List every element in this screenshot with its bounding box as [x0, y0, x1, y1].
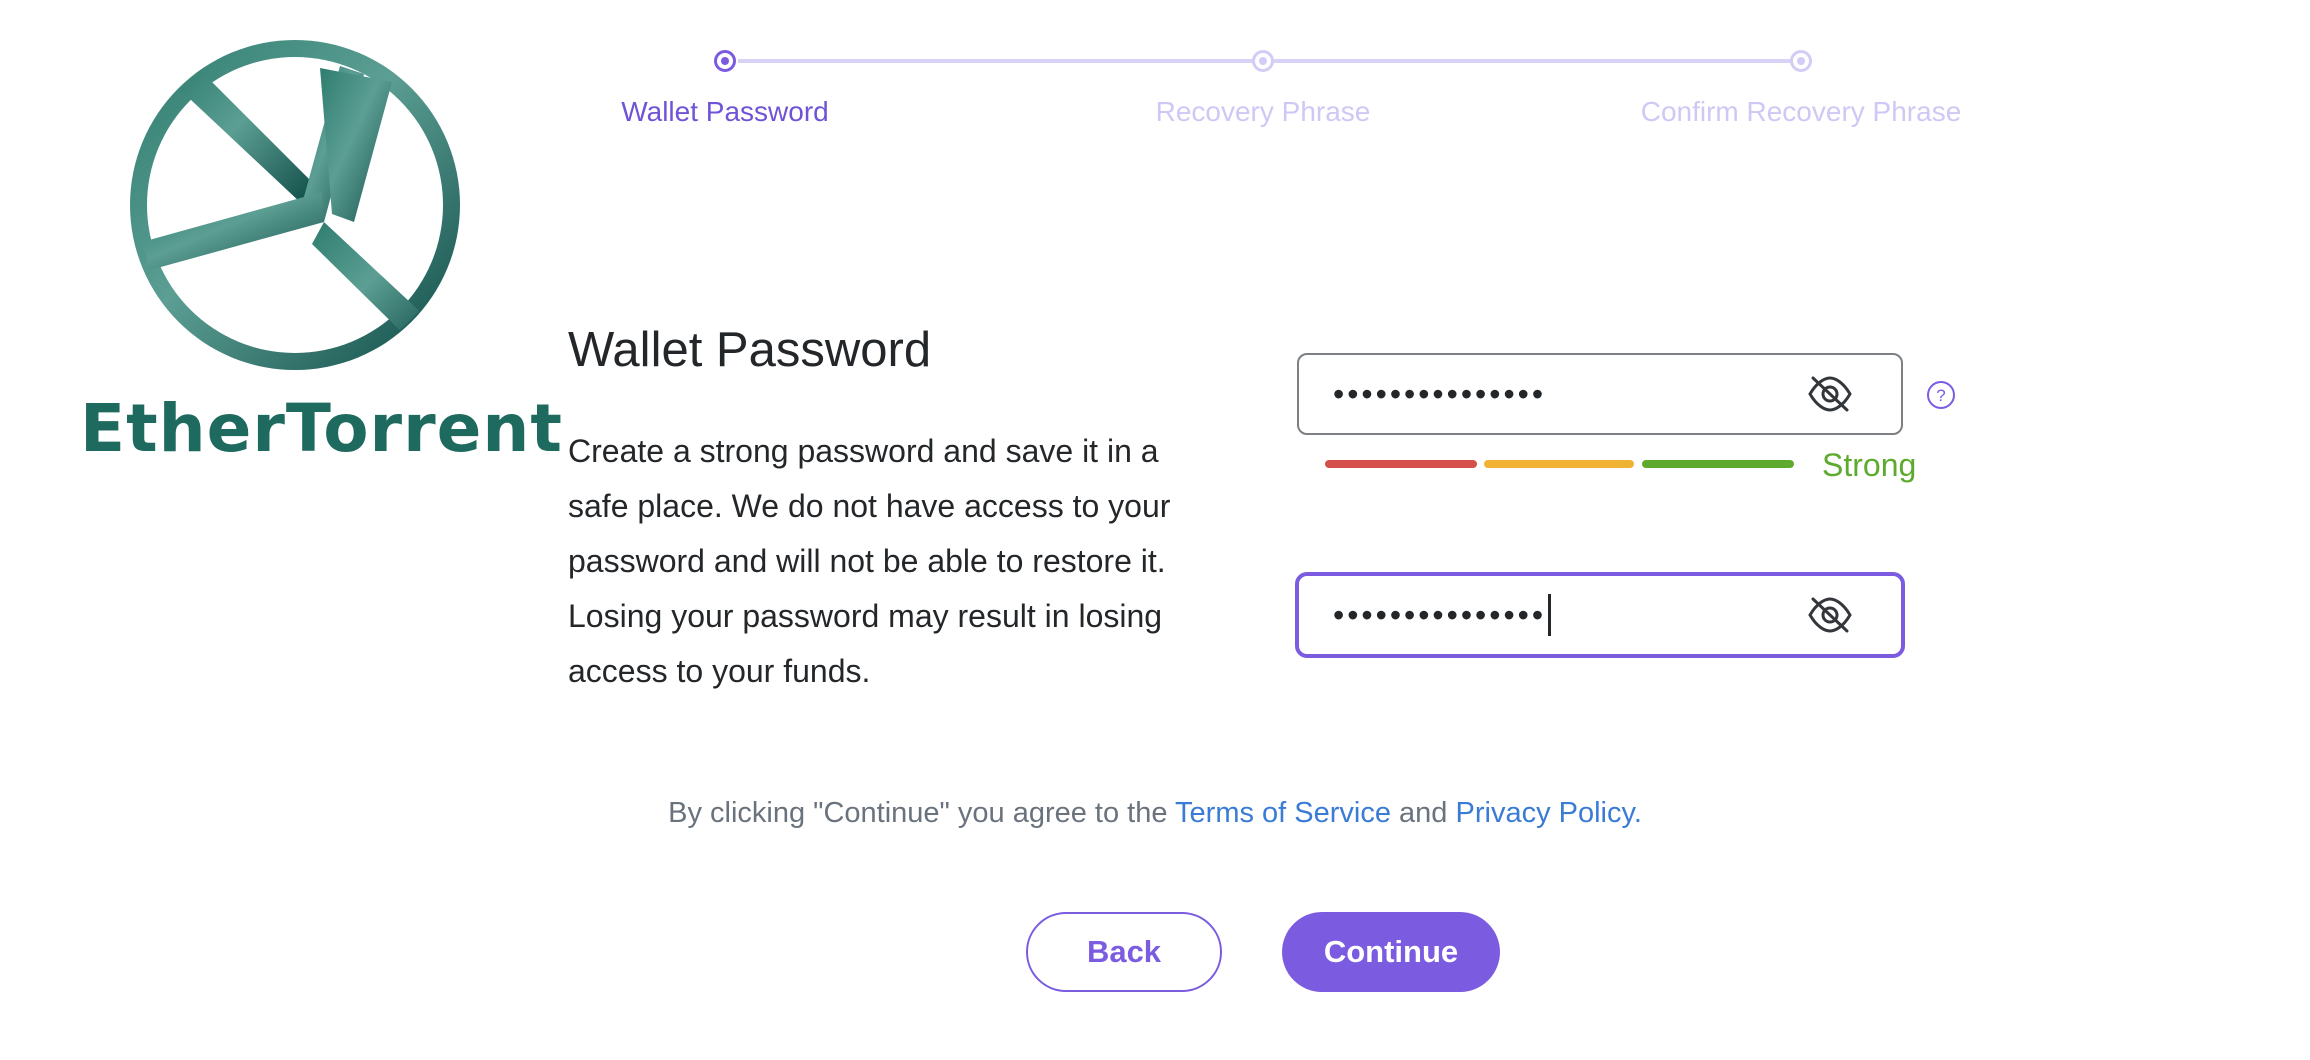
- eye-off-icon[interactable]: [1807, 595, 1853, 635]
- page-description: Create a strong password and save it in …: [568, 433, 1171, 689]
- strength-bar-weak: [1325, 460, 1477, 468]
- password-value: •••••••••••••••: [1333, 375, 1547, 412]
- eye-off-icon[interactable]: [1807, 374, 1853, 414]
- terms-and: and: [1399, 797, 1448, 829]
- step-label-wallet-password: Wallet Password: [621, 96, 829, 127]
- text-caret: [1548, 594, 1552, 636]
- strength-bar-strong: [1642, 460, 1794, 468]
- step-indicator-wallet-password: [714, 50, 736, 72]
- step-label-recovery-phrase: Recovery Phrase: [1155, 96, 1371, 127]
- privacy-policy-link[interactable]: Privacy Policy.: [1456, 797, 1642, 829]
- ethertorrent-logo-icon: [130, 40, 460, 370]
- stepper-connector: [738, 59, 1254, 63]
- confirm-password-input[interactable]: •••••••••••••••: [1295, 572, 1905, 658]
- confirm-password-value: •••••••••••••••: [1333, 576, 1552, 654]
- back-button[interactable]: Back: [1026, 912, 1222, 992]
- password-strength-label: Strong: [1822, 447, 1917, 483]
- step-indicator-recovery-phrase: [1252, 50, 1274, 72]
- question-circle-icon[interactable]: ?: [1926, 380, 1956, 410]
- password-input[interactable]: •••••••••••••••: [1297, 353, 1903, 435]
- continue-button[interactable]: Continue: [1282, 912, 1500, 992]
- terms-prefix: By clicking "Continue" you agree to the: [668, 797, 1168, 829]
- page-title: Wallet Password: [568, 323, 932, 377]
- step-indicator-confirm-recovery-phrase: [1790, 50, 1812, 72]
- terms-of-service-link[interactable]: Terms of Service: [1175, 797, 1391, 829]
- brand-wordmark: EtherTorrent: [80, 390, 563, 467]
- strength-bar-medium: [1484, 460, 1634, 468]
- terms-notice: By clicking "Continue" you agree to the …: [0, 797, 2310, 830]
- step-label-confirm-recovery-phrase: Confirm Recovery Phrase: [1640, 96, 1962, 127]
- stepper-connector: [1274, 59, 1792, 63]
- svg-text:?: ?: [1936, 386, 1945, 405]
